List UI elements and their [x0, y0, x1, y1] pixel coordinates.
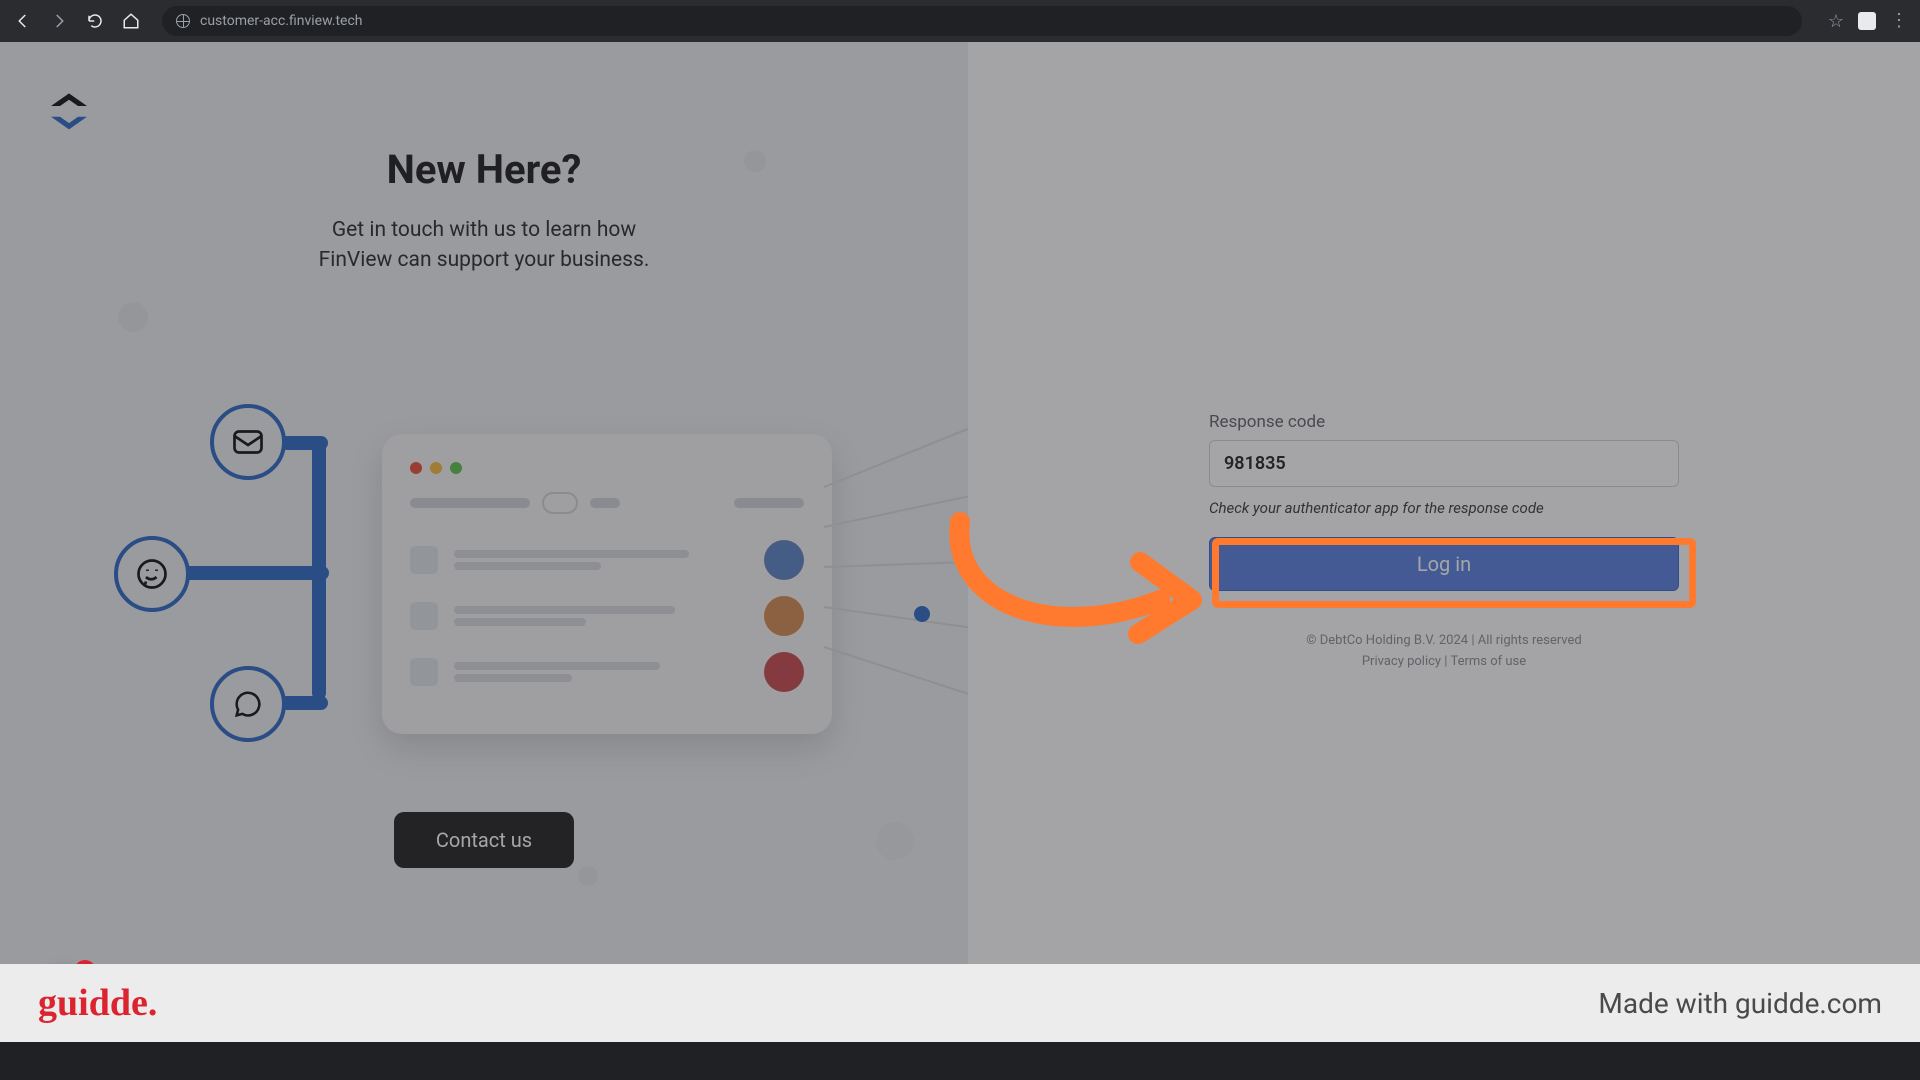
browser-toolbar: customer-acc.finview.tech ☆ ⋮: [0, 0, 1920, 42]
url-text: customer-acc.finview.tech: [200, 13, 362, 29]
reload-button[interactable]: [84, 10, 106, 32]
login-panel: Response code Check your authenticator a…: [968, 42, 1920, 1042]
page-subtitle: Get in touch with us to learn how FinVie…: [60, 215, 908, 276]
legal-footer: © DebtCo Holding B.V. 2024 | All rights …: [1209, 631, 1679, 673]
guidde-logo: guidde.: [38, 981, 157, 1025]
made-with-text: Made with guidde.com: [1598, 987, 1882, 1020]
browser-menu-icon[interactable]: ⋮: [1890, 12, 1908, 30]
terms-link[interactable]: Terms of use: [1450, 654, 1526, 669]
chat-icon: [210, 666, 286, 742]
home-button[interactable]: [120, 10, 142, 32]
response-code-input[interactable]: [1209, 440, 1679, 487]
page-title: New Here?: [60, 146, 908, 193]
address-bar[interactable]: customer-acc.finview.tech: [162, 6, 1802, 36]
forward-button[interactable]: [48, 10, 70, 32]
login-button[interactable]: Log in: [1209, 537, 1679, 591]
response-code-label: Response code: [1209, 412, 1679, 432]
privacy-link[interactable]: Privacy policy: [1362, 654, 1441, 669]
guidde-footer: guidde. Made with guidde.com: [0, 964, 1920, 1042]
globe-icon: [176, 14, 190, 28]
response-code-hint: Check your authenticator app for the res…: [1209, 499, 1679, 517]
hero-illustration: [94, 396, 874, 786]
whatsapp-icon: [114, 536, 190, 612]
back-button[interactable]: [12, 10, 34, 32]
extensions-icon[interactable]: [1858, 12, 1876, 30]
marketing-panel: New Here? Get in touch with us to learn …: [0, 42, 968, 1042]
bookmark-star-icon[interactable]: ☆: [1828, 11, 1844, 32]
finview-logo: [42, 88, 96, 142]
app-window-illustration: [382, 434, 832, 734]
mail-icon: [210, 404, 286, 480]
contact-us-button[interactable]: Contact us: [394, 812, 574, 868]
